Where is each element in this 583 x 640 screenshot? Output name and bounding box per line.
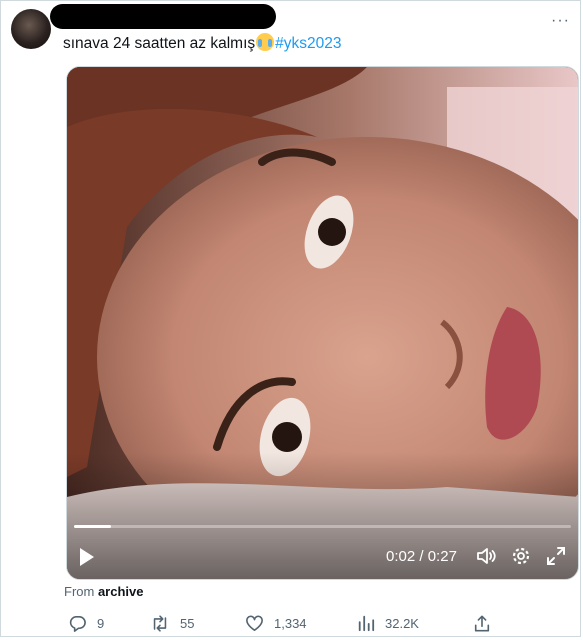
views-button[interactable]: 32.2K (357, 614, 419, 632)
retweet-count: 55 (180, 616, 195, 631)
reply-count: 9 (97, 616, 105, 631)
tweet-text: sınava 24 saatten az kalmış #yks2023 (63, 33, 342, 54)
settings-icon[interactable] (511, 546, 531, 571)
redacted-username (50, 4, 276, 29)
source-link[interactable]: archive (98, 584, 144, 599)
views-count: 32.2K (385, 615, 419, 631)
hashtag-link[interactable]: #yks2023 (275, 35, 341, 52)
current-time: 0:02 (386, 548, 416, 565)
reply-icon (69, 616, 86, 632)
loudly-crying-face-emoji (256, 33, 275, 51)
share-button[interactable] (473, 614, 501, 633)
tweet-body: sınava 24 saatten az kalmış (63, 35, 256, 52)
time-separator: / (415, 548, 428, 565)
retweet-icon (153, 615, 167, 632)
duration: 0:27 (427, 548, 457, 565)
avatar[interactable] (11, 9, 51, 49)
play-icon[interactable] (80, 548, 94, 566)
more-icon[interactable]: ··· (551, 12, 570, 30)
video-time: 0:02 / 0:27 (386, 548, 457, 565)
video-scrubber[interactable] (74, 525, 571, 528)
video-frame (67, 67, 578, 579)
retweet-button[interactable]: 55 (150, 614, 194, 633)
source-attribution: From archive (64, 584, 144, 599)
views-icon (358, 615, 375, 632)
volume-icon[interactable] (476, 546, 496, 571)
share-icon (474, 615, 490, 632)
like-button[interactable]: 1,334 (245, 614, 307, 633)
fullscreen-icon[interactable] (546, 546, 566, 571)
video-player[interactable] (66, 66, 579, 580)
video-progress (74, 525, 111, 528)
source-prefix: From (64, 584, 98, 599)
like-count: 1,334 (274, 616, 307, 631)
like-icon (246, 615, 263, 631)
reply-button[interactable]: 9 (68, 614, 104, 633)
